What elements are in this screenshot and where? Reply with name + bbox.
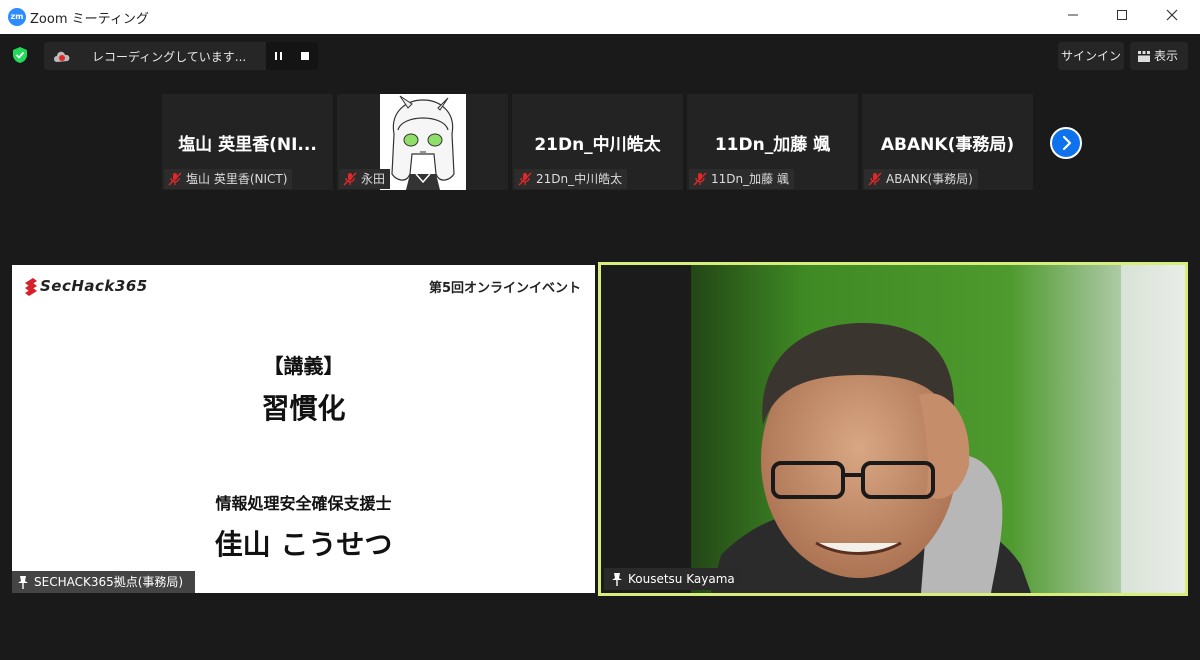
- view-label: 表示: [1154, 49, 1179, 63]
- maximize-button[interactable]: [1109, 6, 1135, 28]
- speaker-caption: Kousetsu Kayama: [604, 568, 743, 590]
- participant-tile[interactable]: 塩山 英里香(NI... 塩山 英里香(NICT): [162, 94, 333, 190]
- cloud-recording-icon: [54, 51, 70, 62]
- stop-icon: [301, 52, 309, 60]
- maximize-icon: [1117, 10, 1127, 20]
- participant-tile[interactable]: 21Dn_中川皓太 21Dn_中川皓太: [512, 94, 683, 190]
- participant-display-name: 塩山 英里香(NI...: [178, 135, 317, 155]
- recording-indicator: レコーディングしています...: [44, 42, 318, 70]
- sechack-logo-icon: [25, 278, 37, 296]
- zoom-window: zm Zoom ミーティング レコーディングしています... サインイン 表示 …: [0, 0, 1200, 660]
- shared-screen[interactable]: SecHack365 第5回オンラインイベント 【講義】 習慣化 情報処理安全確…: [12, 265, 595, 593]
- signin-label: サインイン: [1060, 49, 1121, 63]
- event-name: 第5回オンラインイベント: [428, 281, 581, 296]
- active-speaker-video[interactable]: Kousetsu Kayama: [598, 262, 1188, 596]
- pause-icon: [275, 52, 277, 60]
- recording-label: レコーディングしています...: [92, 50, 247, 64]
- participant-display-name: ABANK(事務局): [880, 135, 1015, 155]
- mic-muted-icon: [693, 172, 707, 186]
- encryption-shield-icon[interactable]: [12, 46, 28, 64]
- participant-tile[interactable]: 永田: [337, 94, 508, 190]
- close-icon: [1166, 9, 1178, 21]
- chevron-right-icon: [1062, 135, 1072, 151]
- participant-display-name: 11Dn_加藤 颯: [714, 135, 831, 155]
- speaker-name: 佳山 こうせつ: [214, 528, 393, 561]
- pin-icon: [18, 576, 28, 589]
- window-title: Zoom ミーティング: [30, 12, 149, 27]
- view-grid-icon: [1138, 51, 1150, 62]
- anime-avatar-image: [380, 94, 466, 190]
- speaker-video-frame: [601, 265, 1185, 593]
- lecture-title: 習慣化: [261, 392, 346, 425]
- participant-caption: 11Dn_加藤 颯: [689, 169, 794, 189]
- lecture-tag: 【講義】: [263, 354, 344, 378]
- signin-button[interactable]: サインイン: [1058, 42, 1124, 70]
- view-button[interactable]: 表示: [1130, 42, 1188, 70]
- pause-recording-button[interactable]: [266, 42, 292, 70]
- mic-muted-icon: [343, 172, 357, 186]
- zoom-logo-icon: zm: [8, 8, 26, 26]
- mic-muted-icon: [168, 172, 182, 186]
- participant-display-name: 21Dn_中川皓太: [534, 135, 661, 155]
- next-page-button[interactable]: [1050, 127, 1082, 159]
- mic-muted-icon: [518, 172, 532, 186]
- participant-caption: 永田: [339, 169, 391, 189]
- minimize-icon: [1068, 14, 1078, 16]
- participant-caption: ABANK(事務局): [864, 169, 978, 189]
- participant-tile[interactable]: 11Dn_加藤 颯 11Dn_加藤 颯: [687, 94, 858, 190]
- pin-icon: [612, 573, 622, 586]
- title-bar: zm Zoom ミーティング: [0, 0, 1200, 34]
- sechack-logo-text: SecHack365: [40, 277, 148, 295]
- minimize-button[interactable]: [1060, 6, 1086, 28]
- stop-recording-button[interactable]: [292, 42, 318, 70]
- participant-caption: 塩山 英里香(NICT): [164, 169, 293, 189]
- mic-muted-icon: [868, 172, 882, 186]
- speaker-role: 情報処理安全確保支援士: [215, 494, 392, 513]
- presenter-caption: SECHACK365拠点(事務局): [12, 571, 196, 593]
- participant-caption: 21Dn_中川皓太: [514, 169, 628, 189]
- participant-tile[interactable]: ABANK(事務局) ABANK(事務局): [862, 94, 1033, 190]
- close-button[interactable]: [1159, 6, 1185, 28]
